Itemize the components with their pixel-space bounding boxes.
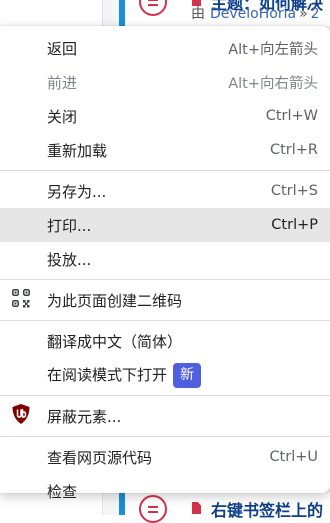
topic-meta-separator: » bbox=[299, 6, 308, 22]
new-badge: 新 bbox=[173, 362, 202, 388]
menu-item-shortcut: Ctrl+S bbox=[270, 183, 318, 199]
menu-item-label: 返回 bbox=[47, 39, 78, 58]
menu-item[interactable]: 翻译成中文（简体） bbox=[0, 324, 330, 358]
menu-item[interactable]: 前进 Alt+向右箭头 bbox=[0, 65, 330, 99]
menu-separator bbox=[0, 320, 330, 321]
menu-item-label: 关闭 bbox=[47, 107, 78, 126]
menu-separator bbox=[0, 170, 330, 171]
menu-item-shortcut: Alt+向左箭头 bbox=[228, 41, 318, 58]
menu-separator bbox=[0, 436, 330, 437]
menu-item[interactable]: 在阅读模式下打开新 bbox=[0, 358, 330, 392]
menu-item-shortcut: Ctrl+R bbox=[269, 142, 318, 158]
menu-item-shortcut: Ctrl+U bbox=[269, 449, 318, 465]
menu-item-label: 查看网页源代码 bbox=[47, 448, 153, 467]
menu-item[interactable]: 投放... bbox=[0, 242, 330, 276]
topic-meta: 由 DeveloHoria» 2 bbox=[191, 3, 320, 23]
menu-item-shortcut: Alt+向右箭头 bbox=[228, 75, 318, 92]
menu-item-label: 另存为... bbox=[47, 182, 107, 201]
topic-card-top[interactable]: 主题：如何解决 由 DeveloHoria» 2 bbox=[125, 0, 330, 26]
menu-separator bbox=[0, 395, 330, 396]
menu-item[interactable]: 为此页面创建二维码 bbox=[0, 283, 330, 317]
topic-by-label: 由 bbox=[191, 6, 205, 22]
menu-item-label: 打印... bbox=[47, 216, 92, 235]
topic-menu-icon[interactable] bbox=[139, 0, 167, 16]
topic-author-link[interactable]: DeveloHoria bbox=[210, 6, 296, 22]
menu-item-label: 重新加载 bbox=[47, 141, 108, 160]
menu-item-shortcut: Ctrl+W bbox=[265, 108, 318, 124]
menu-item[interactable]: 重新加载 Ctrl+R bbox=[0, 133, 330, 167]
topic-next-link[interactable]: 2 bbox=[311, 6, 320, 22]
menu-separator bbox=[0, 279, 330, 280]
menu-item-shortcut: Ctrl+P bbox=[271, 217, 318, 233]
menu-item-label: 在阅读模式下打开新 bbox=[47, 362, 318, 388]
ublock-origin-icon bbox=[11, 403, 31, 429]
menu-item-label: 翻译成中文（简体） bbox=[47, 332, 183, 351]
menu-item-label: 投放... bbox=[47, 250, 92, 269]
menu-item-label: 前进 bbox=[47, 73, 78, 92]
menu-item-label: 为此页面创建二维码 bbox=[47, 291, 183, 310]
menu-item-label: 检查 bbox=[47, 482, 78, 501]
menu-item[interactable]: 查看网页源代码 Ctrl+U bbox=[0, 440, 330, 474]
context-menu: 返回 Alt+向左箭头前进 Alt+向右箭头关闭 Ctrl+W 重新加载 Ctrl+R 另存… bbox=[0, 26, 330, 501]
qr-code-icon bbox=[11, 288, 31, 312]
menu-item[interactable]: 屏蔽元素... bbox=[0, 399, 330, 433]
menu-item-label: 屏蔽元素... bbox=[47, 407, 122, 426]
menu-item[interactable]: 检查 bbox=[0, 474, 330, 508]
menu-item[interactable]: 另存为... Ctrl+S bbox=[0, 174, 330, 208]
menu-item[interactable]: 打印... Ctrl+P bbox=[0, 208, 330, 242]
menu-item[interactable]: 关闭 Ctrl+W bbox=[0, 99, 330, 133]
menu-item[interactable]: 返回 Alt+向左箭头 bbox=[0, 31, 330, 65]
